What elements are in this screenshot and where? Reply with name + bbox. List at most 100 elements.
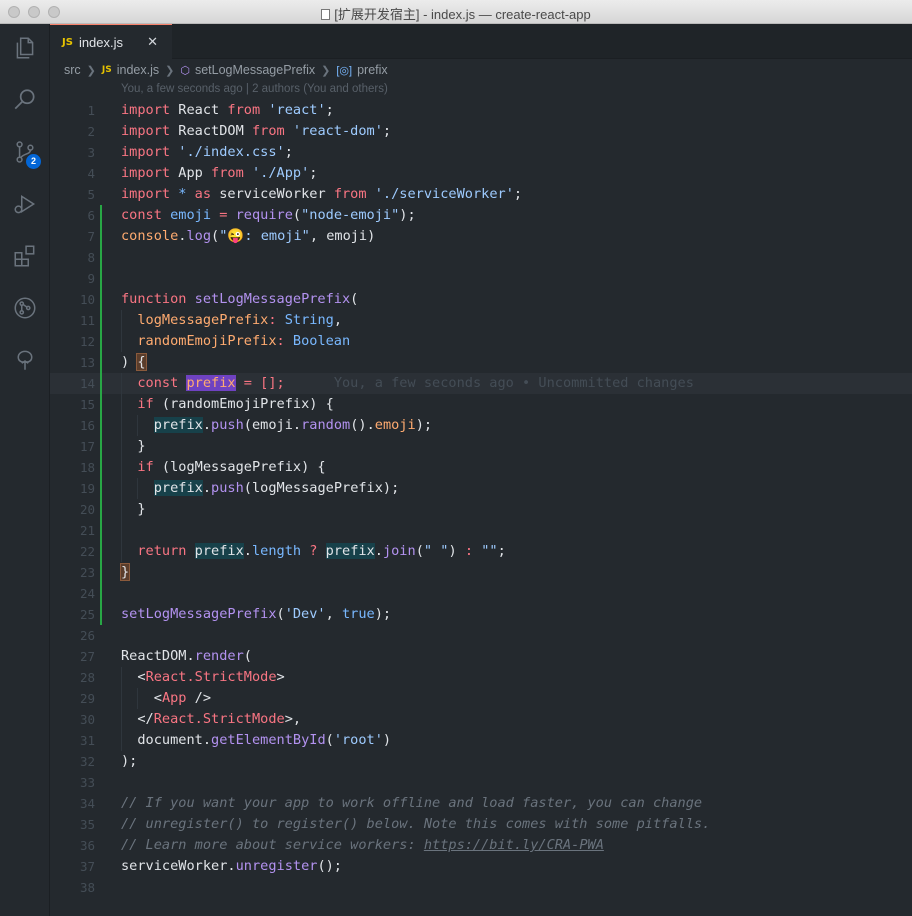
breadcrumb-function[interactable]: setLogMessagePrefix (195, 63, 315, 77)
code-line: 38 (50, 877, 912, 898)
added-line-marker (100, 205, 102, 226)
code-line: 4 import App from './App'; (50, 163, 912, 184)
line-number: 17 (79, 439, 95, 454)
added-line-marker (100, 583, 102, 604)
line-number: 37 (79, 859, 95, 874)
added-line-marker (100, 394, 102, 415)
close-icon[interactable]: ✕ (147, 34, 158, 50)
extensions-icon[interactable] (0, 234, 50, 278)
line-number: 30 (79, 712, 95, 727)
line-number: 36 (79, 838, 95, 853)
breadcrumb-symbol[interactable]: prefix (357, 63, 388, 77)
line-number: 20 (79, 502, 95, 517)
git-graph-icon[interactable] (0, 286, 50, 330)
code-line: 24 (50, 583, 912, 604)
line-number: 2 (87, 124, 95, 139)
line-number: 31 (79, 733, 95, 748)
line-number: 27 (79, 649, 95, 664)
line-number: 25 (79, 607, 95, 622)
added-line-marker (100, 457, 102, 478)
line-number: 13 (79, 355, 95, 370)
added-line-marker (100, 268, 102, 289)
tab-label: index.js (78, 34, 124, 50)
code-line-current: 14 const prefix = []; You, a few seconds… (50, 373, 912, 394)
breadcrumb-file[interactable]: index.js (117, 63, 159, 77)
run-debug-icon[interactable] (0, 182, 50, 226)
code-line: 35// unregister() to register() below. N… (50, 814, 912, 835)
added-line-marker (100, 436, 102, 457)
code-line: 5 import * as serviceWorker from './servi… (50, 184, 912, 205)
comment-link[interactable]: https://bit.ly/CRA-PWA (424, 837, 604, 853)
added-line-marker (100, 289, 102, 310)
variable-icon: [◎] (336, 64, 353, 77)
window-title: [扩展开发宿主] - index.js — create-react-app (0, 4, 912, 23)
code-line: 16 prefix.push(emoji.random().emoji); (50, 415, 912, 436)
code-line: 20 } (50, 499, 912, 520)
javascript-file-icon: JS (101, 65, 112, 75)
matching-bracket: } (119, 563, 131, 581)
line-number: 18 (79, 460, 95, 475)
explorer-icon[interactable] (0, 26, 50, 70)
added-line-marker (100, 415, 102, 436)
line-number: 33 (79, 775, 95, 790)
code-editor[interactable]: You, a few seconds ago | 2 authors (You … (50, 81, 912, 916)
line-number: 9 (87, 271, 95, 286)
line-number: 26 (79, 628, 95, 643)
indent-guide (121, 520, 122, 541)
line-number: 10 (79, 292, 95, 307)
line-number: 5 (87, 187, 95, 202)
code-line: 1 import React from 'react'; (50, 100, 912, 121)
line-number: 23 (79, 565, 95, 580)
added-line-marker (100, 310, 102, 331)
line-number: 4 (87, 166, 95, 181)
added-line-marker (100, 562, 102, 583)
document-icon (321, 9, 331, 20)
line-number: 8 (87, 250, 95, 265)
code-line: 9 (50, 268, 912, 289)
added-line-marker (100, 352, 102, 373)
chevron-right-icon: ❯ (165, 64, 175, 77)
line-number: 11 (79, 313, 95, 328)
line-number: 21 (79, 523, 95, 538)
tree-icon[interactable] (0, 338, 50, 382)
added-line-marker (100, 499, 102, 520)
code-line: 29 <App /> (50, 688, 912, 709)
breadcrumb: src ❯ JS index.js ❯ ⬡ setLogMessagePrefi… (50, 59, 912, 81)
chevron-right-icon: ❯ (321, 64, 331, 77)
line-number: 24 (79, 586, 95, 601)
code-line: 37 serviceWorker.unregister(); (50, 856, 912, 877)
added-line-marker (100, 373, 102, 394)
added-line-marker (100, 247, 102, 268)
codelens-blame[interactable]: You, a few seconds ago | 2 authors (You … (121, 83, 388, 95)
code-line: 22 return prefix.length ? prefix.join(" … (50, 541, 912, 562)
added-line-marker (100, 226, 102, 247)
code-line: 10 function setLogMessagePrefix( (50, 289, 912, 310)
code-line: 25 setLogMessagePrefix('Dev', true); (50, 604, 912, 625)
code-line: 2 import ReactDOM from 'react-dom'; (50, 121, 912, 142)
line-number: 15 (79, 397, 95, 412)
line-number: 28 (79, 670, 95, 685)
method-icon: ⬡ (180, 64, 190, 77)
code-line: 34// If you want your app to work offlin… (50, 793, 912, 814)
code-line: 32); (50, 751, 912, 772)
selected-symbol: prefix (186, 375, 236, 391)
code-line: 15 if (randomEmojiPrefix) { (50, 394, 912, 415)
line-number: 3 (87, 145, 95, 160)
code-line: 26 (50, 625, 912, 646)
code-line: 18 if (logMessagePrefix) { (50, 457, 912, 478)
line-number: 22 (79, 544, 95, 559)
code-line: 31 document.getElementById('root') (50, 730, 912, 751)
code-line: 19 prefix.push(logMessagePrefix); (50, 478, 912, 499)
line-number: 6 (87, 208, 95, 223)
breadcrumb-folder[interactable]: src (64, 63, 81, 77)
added-line-marker (100, 331, 102, 352)
code-line: 11 logMessagePrefix: String, (50, 310, 912, 331)
code-lines: 1 import React from 'react'; 2 import Reac… (50, 100, 912, 898)
added-line-marker (100, 604, 102, 625)
search-icon[interactable] (0, 78, 50, 122)
source-control-badge: 2 (26, 154, 41, 169)
tab-index-js[interactable]: JS index.js ✕ (50, 24, 172, 59)
code-line: 3 import './index.css'; (50, 142, 912, 163)
code-line: 13) { (50, 352, 912, 373)
source-control-icon[interactable]: 2 (0, 130, 50, 174)
